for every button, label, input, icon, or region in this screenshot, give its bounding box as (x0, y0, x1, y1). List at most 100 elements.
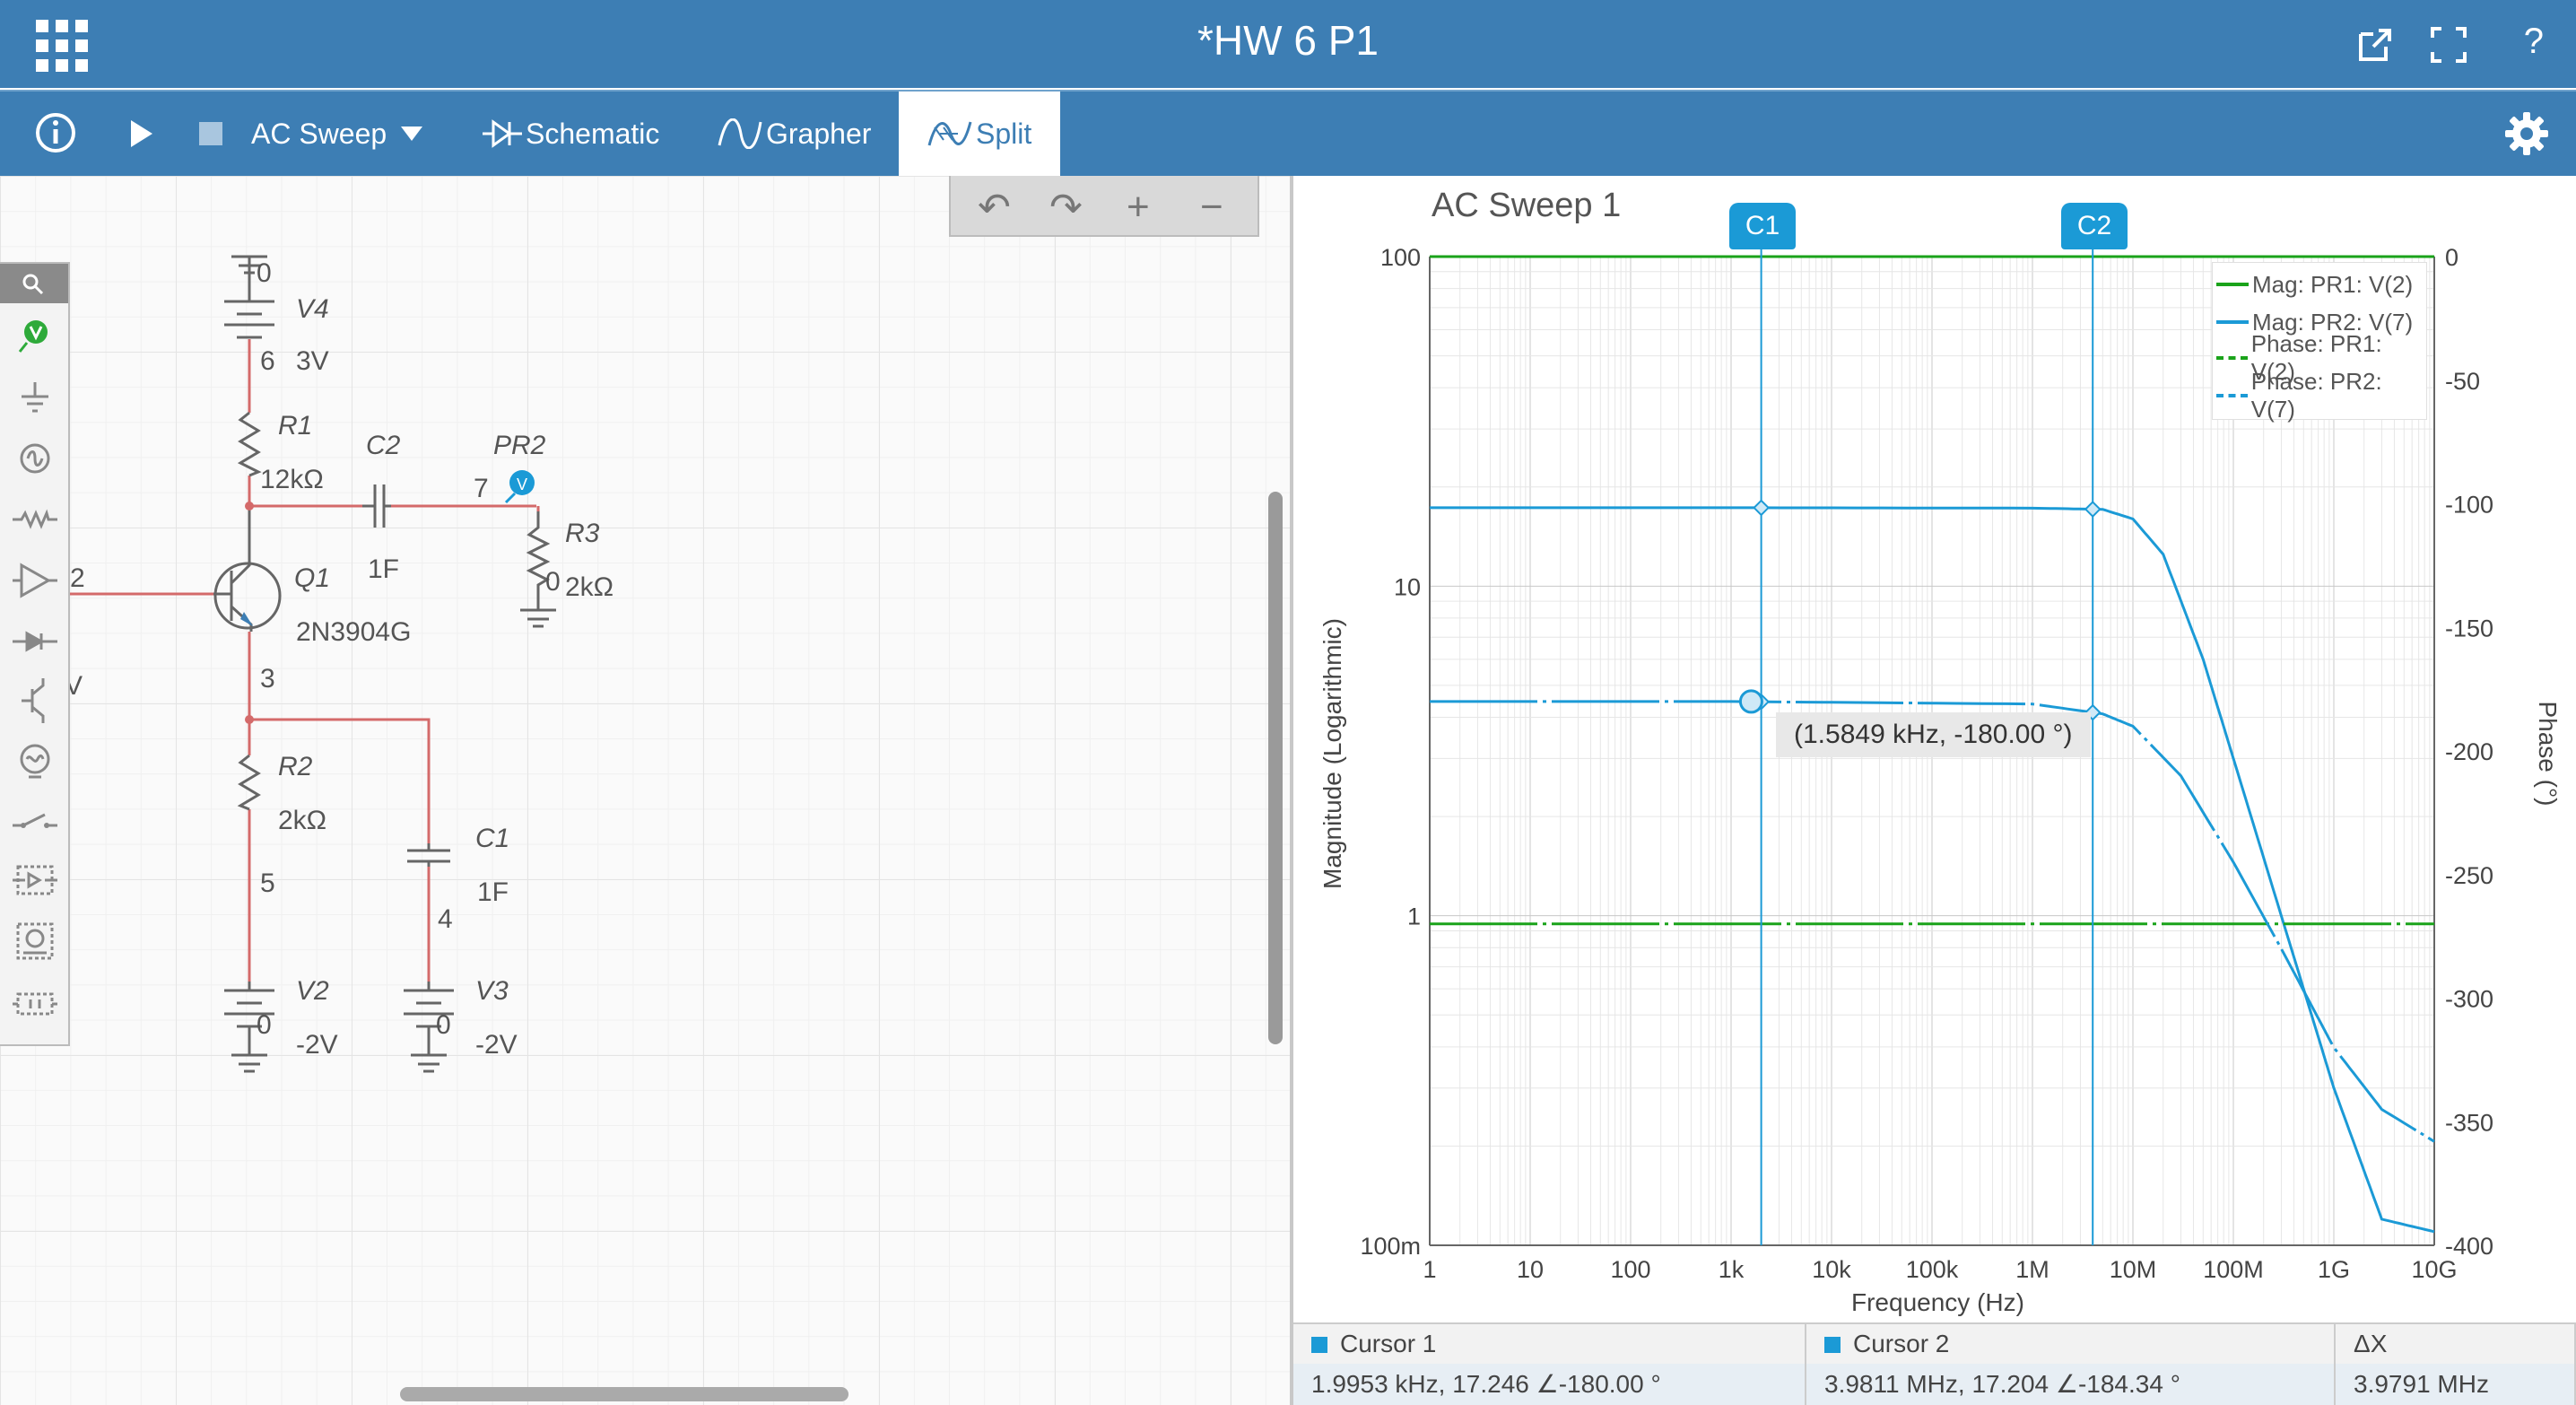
y2-axis-label: Phase (°) (2534, 701, 2562, 807)
legend-item[interactable]: Mag: PR1: V(2) (2213, 266, 2413, 302)
cursor1-header: Cursor 1 (1293, 1322, 1806, 1364)
x-tick-label: 1M (2015, 1256, 2049, 1283)
y-tick-label: 10 (1394, 573, 1421, 600)
wave-icon (718, 118, 762, 149)
zoom-in-icon[interactable]: + (1127, 185, 1150, 230)
zoom-out-icon[interactable]: − (1200, 185, 1223, 230)
circuit-diagram: V 0 V4 6 3V R1 12kΩ C2 1F PR2 7 R3 0 2kΩ… (0, 255, 614, 1073)
help-icon[interactable]: ? (2524, 22, 2544, 62)
r3-value: 2kΩ (565, 572, 614, 602)
analysis-dropdown[interactable]: AC Sweep (251, 92, 423, 176)
r1-label: R1 (278, 411, 312, 441)
x-tick-label: 1 (1423, 1256, 1436, 1283)
digital-icon[interactable] (13, 982, 57, 1026)
chart-legend: Mag: PR1: V(2) Mag: PR2: V(7) Phase: PR1… (2212, 262, 2427, 423)
legend-label: Mag: PR1: V(2) (2252, 270, 2414, 298)
delta-x-value: 3.9791 MHz (2336, 1364, 2576, 1405)
schematic-vertical-scrollbar[interactable] (1268, 492, 1283, 1044)
node5-label: 5 (260, 868, 275, 898)
ground-icon[interactable] (13, 377, 57, 422)
x-tick-label: 100 (1610, 1256, 1650, 1283)
x-tick-label: 10 (1517, 1256, 1544, 1283)
cursor2-value: 3.9811 MHz, 17.204 ∠-184.34 ° (1806, 1364, 2336, 1405)
voltage-probe-icon[interactable] (13, 316, 57, 361)
y2-tick-label: -100 (2445, 492, 2493, 519)
c2-value: 1F (368, 554, 399, 584)
r1-value: 12kΩ (260, 465, 324, 494)
run-icon[interactable] (127, 118, 156, 149)
cursor-table: Cursor 1 Cursor 2 ΔX 1.9953 kHz, 17.246 … (1293, 1322, 2576, 1405)
node3-label: 3 (260, 664, 275, 694)
v4-value: 3V (296, 346, 329, 376)
cursor-c1-tag[interactable]: C1 (1729, 203, 1796, 249)
node7-label: 7 (474, 474, 489, 503)
c1-label: C1 (475, 824, 509, 853)
switch-icon[interactable] (13, 798, 57, 843)
v2-node0-label: 0 (257, 1010, 272, 1040)
schematic-horizontal-scrollbar[interactable] (400, 1387, 849, 1401)
q1-label: Q1 (294, 563, 330, 593)
q1-model: 2N3904G (296, 617, 411, 647)
y2-tick-label: -400 (2445, 1233, 2493, 1260)
y2-tick-label: 0 (2445, 244, 2459, 271)
x-tick-label: 1k (1719, 1256, 1745, 1283)
split-icon (927, 121, 972, 146)
opamp-icon[interactable] (13, 558, 57, 603)
x-tick-label: 10M (2110, 1256, 2157, 1283)
tab-schematic-label: Schematic (526, 117, 660, 150)
x-tick-label: 1G (2318, 1256, 2350, 1283)
fullscreen-icon[interactable] (2429, 25, 2468, 65)
resistor-icon[interactable] (13, 497, 57, 542)
v4-label: V4 (296, 294, 329, 324)
gear-icon[interactable] (2504, 111, 2549, 156)
meter-icon[interactable] (13, 919, 57, 964)
cursor1-header-label: Cursor 1 (1340, 1330, 1437, 1357)
transistor-icon[interactable] (13, 678, 57, 723)
diode-palette-icon[interactable] (13, 619, 57, 664)
y2-tick-label: -350 (2445, 1109, 2493, 1136)
ac-source-icon[interactable] (13, 436, 57, 481)
info-icon[interactable] (34, 111, 77, 154)
y-tick-label: 100 (1380, 244, 1421, 271)
hover-point (1738, 689, 1763, 714)
y2-tick-label: -50 (2445, 368, 2480, 395)
r3-label: R3 (565, 519, 600, 548)
y2-tick-label: -250 (2445, 862, 2493, 889)
undo-icon[interactable]: ↶ (978, 185, 1011, 231)
analysis-label: AC Sweep (251, 117, 387, 150)
v3-value: -2V (475, 1030, 518, 1060)
v3-node0-label: 0 (436, 1010, 451, 1040)
y-axis-label: Magnitude (Logarithmic) (1318, 618, 1346, 889)
tab-schematic[interactable]: Schematic (479, 92, 663, 176)
v2-label: V2 (296, 976, 329, 1006)
cursor2-header-label: Cursor 2 (1853, 1330, 1950, 1357)
cursor2-header: Cursor 2 (1806, 1322, 2336, 1364)
y2-tick-label: -300 (2445, 986, 2493, 1013)
palette-search[interactable] (0, 264, 68, 303)
tab-split[interactable]: Split (899, 92, 1060, 176)
node4-label: 4 (438, 904, 453, 934)
subcircuit-icon[interactable] (13, 858, 57, 903)
stop-icon[interactable] (199, 122, 222, 145)
r3-node0-label: 0 (545, 567, 561, 597)
component-palette (0, 262, 70, 1046)
lamp-icon[interactable] (13, 739, 57, 784)
tab-grapher[interactable]: Grapher (714, 92, 875, 176)
chevron-down-icon (401, 127, 423, 141)
v4-node0-label: 0 (257, 258, 272, 288)
redo-icon[interactable]: ↷ (1049, 185, 1083, 231)
tab-grapher-label: Grapher (766, 117, 872, 150)
schematic-zoom-toolbar: ↶ ↷ + − (949, 176, 1259, 237)
c2-label: C2 (366, 431, 401, 460)
search-icon (22, 274, 44, 295)
y2-tick-label: -200 (2445, 738, 2493, 765)
export-icon[interactable] (2355, 25, 2395, 65)
y-tick-label: 100m (1360, 1233, 1421, 1260)
cursor-c2-tag[interactable]: C2 (2061, 203, 2128, 249)
y2-tick-label: -150 (2445, 615, 2493, 641)
document-title: *HW 6 P1 (1197, 17, 1379, 64)
x-tick-label: 100k (1906, 1256, 1959, 1283)
legend-item[interactable]: Phase: PR2: V(7) (2213, 368, 2426, 423)
hover-tooltip: (1.5849 kHz, -180.00 °) (1776, 712, 2091, 757)
probe-v-label: V (517, 476, 527, 493)
